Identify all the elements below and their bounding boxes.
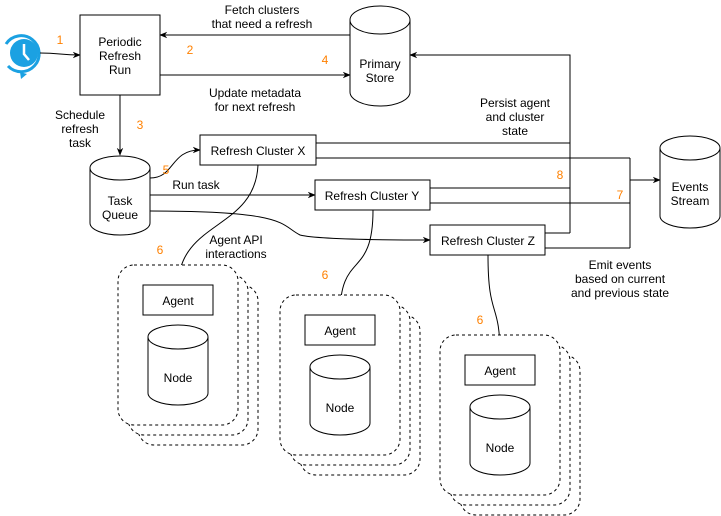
node-cylinder [147, 324, 209, 406]
edge-run-x [149, 146, 201, 179]
step-5: 5 [163, 163, 170, 177]
clock-refresh-icon [4, 34, 41, 79]
svg-text:Refresh Cluster X: Refresh Cluster X [211, 144, 306, 158]
primary-store: Primary Store [349, 5, 411, 107]
task-queue: Task Queue [89, 155, 151, 236]
step-6: 6 [157, 243, 164, 257]
svg-text:Agent APIinteractions: Agent API interactions [205, 233, 266, 261]
agent-label: Agent [162, 294, 194, 308]
events-stream: Events Stream [659, 135, 721, 229]
node-cylinder [469, 394, 531, 476]
node-stack: Agent Node [117, 264, 259, 446]
node-stack: Agent Node [279, 294, 421, 476]
svg-text:Fetch clustersthat need a refr: Fetch clusters that need a refresh [212, 3, 313, 31]
svg-text:Refresh Cluster Y: Refresh Cluster Y [325, 189, 419, 203]
svg-text:Refresh Cluster Z: Refresh Cluster Z [441, 234, 535, 248]
svg-text:Run task: Run task [172, 178, 220, 192]
architecture-diagram: Periodic Refresh Run Primary Store Task Queu… [4, 3, 721, 516]
agent-label: Agent [324, 324, 356, 338]
step-7: 7 [617, 188, 624, 202]
node-label: Node [486, 441, 515, 455]
svg-text:Persist agentand clusterstate: Persist agent and cluster state [480, 96, 551, 138]
edge-trigger [39, 51, 81, 59]
step-3: 3 [137, 118, 144, 132]
step-6: 6 [322, 268, 329, 282]
agent-label: Agent [484, 364, 516, 378]
step-6: 6 [477, 313, 484, 327]
step-2: 2 [187, 43, 194, 57]
node-label: Node [164, 371, 193, 385]
step-8: 8 [557, 168, 564, 182]
svg-text:Emit eventsbased on currentand: Emit events based on current and previous … [571, 258, 669, 300]
step-1: 1 [57, 33, 64, 47]
svg-text:Schedulerefreshtask: Schedule refresh task [55, 108, 105, 150]
edge-run-z [149, 210, 431, 244]
svg-text:EventsStream: Events Stream [671, 180, 710, 208]
node-label: Node [326, 401, 355, 415]
svg-text:Update metadatafor next refres: Update metadata for next refresh [209, 86, 301, 114]
node-stack: Agent Node [439, 334, 581, 516]
step-4: 4 [322, 53, 329, 67]
node-cylinder [309, 354, 371, 436]
